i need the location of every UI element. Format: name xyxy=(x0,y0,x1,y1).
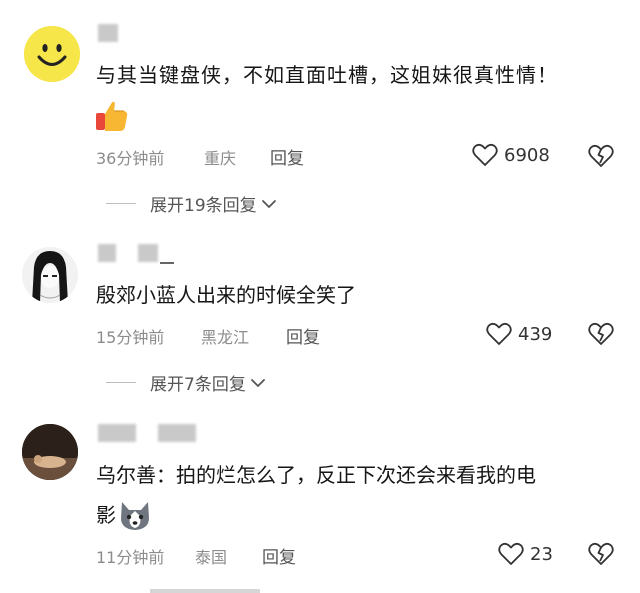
dislike-button[interactable] xyxy=(588,144,614,172)
username-underscore xyxy=(160,262,174,264)
reply-button[interactable]: 回复 xyxy=(262,543,296,568)
broken-heart-icon xyxy=(588,144,614,167)
username-blurred[interactable] xyxy=(98,244,116,262)
divider-line xyxy=(106,203,136,204)
comment-time: 15分钟前 xyxy=(96,328,165,347)
comment-location: 黑龙江 xyxy=(201,328,250,347)
like-button[interactable]: 6908 xyxy=(472,143,550,167)
like-count: 439 xyxy=(518,323,553,345)
like-count: 23 xyxy=(530,543,553,565)
comment-time: 11分钟前 xyxy=(96,548,165,567)
like-button[interactable]: 23 xyxy=(498,542,553,566)
comment-text-line2: 影 xyxy=(96,503,116,527)
comment-text: 殷郊小蓝人出来的时候全笑了 xyxy=(96,283,356,307)
divider-line xyxy=(106,382,136,383)
expand-replies-button[interactable]: 展开7条回复 xyxy=(106,370,266,395)
comment-text-line1: 乌尔善：拍的烂怎么了，反正下次还会来看我的电 xyxy=(96,463,536,487)
avatar-anime-girl[interactable] xyxy=(22,247,78,303)
comment-text: 与其当键盘侠，不如直面吐槽，这姐妹很真性情！ xyxy=(96,63,558,87)
next-row-partial xyxy=(150,589,260,593)
dislike-button[interactable] xyxy=(588,542,614,570)
smiley-face-icon xyxy=(24,26,80,82)
like-count: 6908 xyxy=(504,144,550,166)
dog-photo-avatar-icon xyxy=(22,424,78,480)
expand-label: 展开19条回复 xyxy=(150,196,257,216)
heart-outline-icon xyxy=(472,143,498,166)
username-blurred-2[interactable] xyxy=(138,244,158,262)
username-blurred[interactable] xyxy=(98,424,136,442)
expand-replies-button[interactable]: 展开19条回复 xyxy=(106,191,277,216)
reply-button[interactable]: 回复 xyxy=(270,144,304,169)
comment-location: 泰国 xyxy=(195,548,228,567)
broken-heart-icon xyxy=(588,322,614,345)
anime-girl-avatar-icon xyxy=(22,247,78,303)
broken-heart-icon xyxy=(588,542,614,565)
heart-outline-icon xyxy=(498,542,524,565)
comment-time: 36分钟前 xyxy=(96,149,165,168)
chevron-down-icon xyxy=(250,378,265,387)
avatar-dog-photo[interactable] xyxy=(22,424,78,480)
expand-label: 展开7条回复 xyxy=(150,375,246,395)
heart-outline-icon xyxy=(486,322,512,345)
like-button[interactable]: 439 xyxy=(486,322,552,346)
chevron-down-icon xyxy=(261,199,276,208)
username-blurred[interactable] xyxy=(98,24,118,42)
dislike-button[interactable] xyxy=(588,322,614,350)
thumbs-up-emoji xyxy=(94,98,130,138)
husky-emoji xyxy=(118,500,152,536)
avatar-smiley[interactable] xyxy=(24,26,80,82)
username-blurred-2[interactable] xyxy=(158,424,196,442)
comment-location: 重庆 xyxy=(204,149,237,168)
reply-button[interactable]: 回复 xyxy=(286,323,320,348)
